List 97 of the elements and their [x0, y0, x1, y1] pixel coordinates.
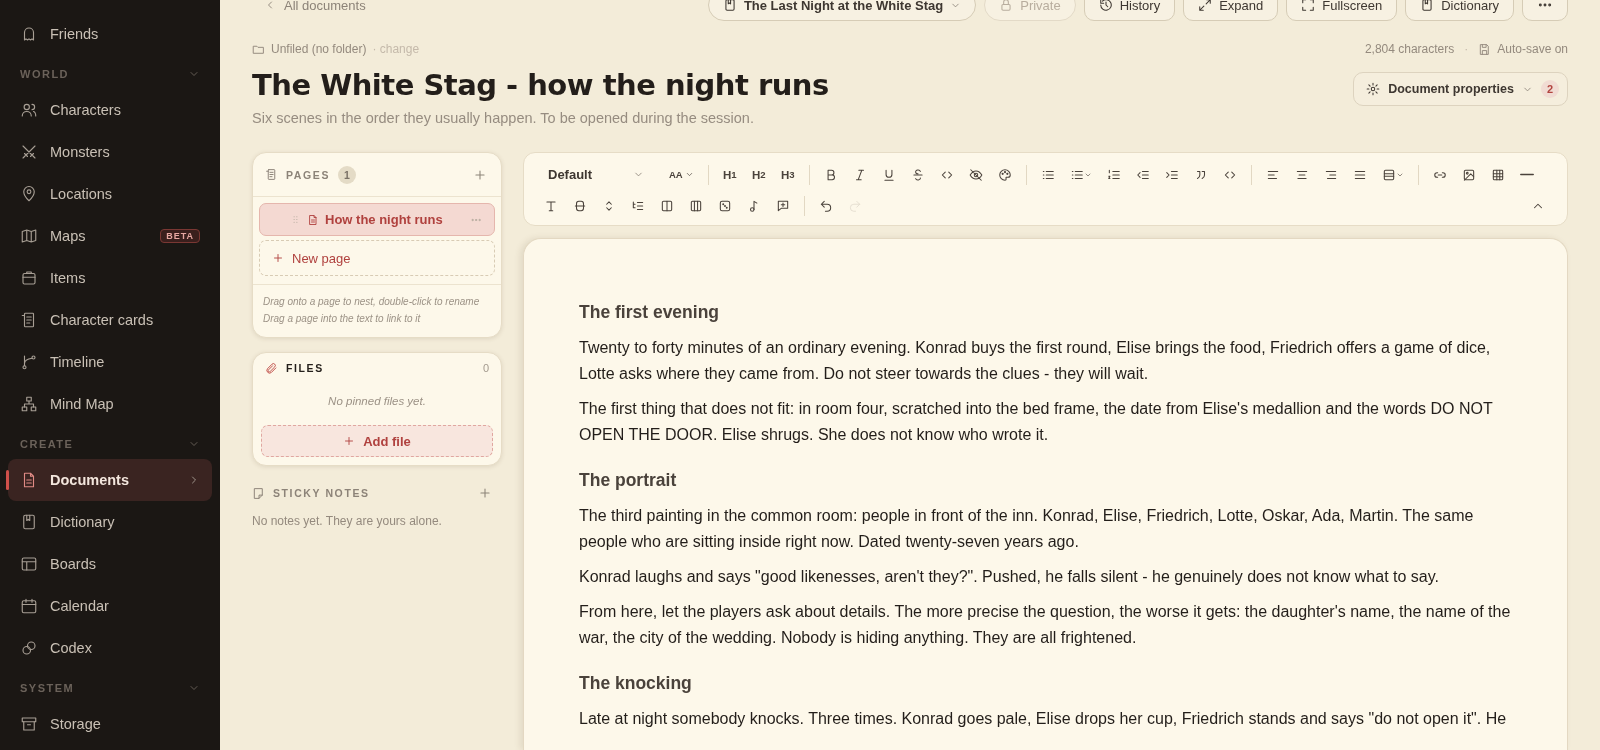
- beta-badge: BETA: [160, 229, 200, 243]
- drag-handle-icon: [290, 214, 301, 225]
- branch-icon: [20, 353, 38, 371]
- history-icon: [1098, 0, 1113, 12]
- autosave-status: Auto-save on: [1497, 42, 1568, 56]
- plus-icon: [473, 167, 487, 182]
- chevron-down-icon: [684, 170, 694, 179]
- palette-icon: [997, 167, 1012, 182]
- separator-dot: ·: [1464, 42, 1469, 56]
- empty-message: No notes yet. They are yours alone.: [252, 514, 443, 528]
- document-title: The White Stag - how the night runs: [252, 68, 829, 102]
- hint-text: Drag onto a page to nest, double-click to rename: [263, 295, 481, 309]
- nav-item[interactable]: Friends: [8, 13, 212, 55]
- numbered-list-icon: [1106, 167, 1121, 182]
- text-size-dropdown[interactable]: AA: [663, 168, 700, 181]
- plus-icon: [478, 486, 492, 500]
- plus-icon: [343, 435, 356, 447]
- block-icon: [573, 198, 587, 213]
- nav-item[interactable]: Locations: [8, 173, 212, 215]
- panel-title: PAGES: [286, 168, 330, 181]
- section-heading: The portrait: [579, 470, 678, 491]
- history-button[interactable]: History: [1083, 0, 1176, 21]
- crossed-swords-icon: [20, 143, 38, 161]
- paragraph: The first thing that does not fit: in room four, scratched into the bed frame, the date from Elise's medallion and the words DO NOT OPEN THE DOOR. Elise shrugs. She does not know who wrote it.: [579, 399, 1494, 445]
- book-icon: [722, 0, 737, 12]
- archive-icon: [20, 715, 38, 733]
- rows-icon: [1381, 167, 1396, 182]
- paragraph: From here, let the players ask about details. The more precise the question, the worse it gets: the daughter's name, the name of the war, the city of the wedding. Nobody is hiding anything. They are all frightened.: [579, 602, 1512, 648]
- nav-item[interactable]: Documents: [8, 459, 212, 501]
- fullscreen-button[interactable]: Fullscreen: [1286, 0, 1398, 21]
- strikethrough-icon: [910, 167, 925, 182]
- paperclip-icon: [265, 361, 278, 375]
- nav-item[interactable]: Codex: [8, 627, 212, 669]
- board-icon: [20, 555, 38, 573]
- underline-icon: [881, 167, 896, 182]
- pin-icon: [20, 185, 38, 203]
- map-icon: [20, 227, 38, 245]
- nav-item[interactable]: Items: [8, 257, 212, 299]
- folder-label: Unfiled (no folder): [271, 42, 367, 56]
- dice-icon: [718, 198, 732, 213]
- calendar-icon: [20, 597, 38, 615]
- document-icon: [307, 213, 319, 226]
- paragraph: Twenty to forty minutes of an ordinary evening. Konrad buys the first round, Elise brings the food, Friedrich offers a game of dice, Lotte asks where they came from. Do not steer towards the clues - they will wait.: [579, 338, 1492, 384]
- indent-list-icon: [631, 198, 645, 213]
- table-icon: [1490, 167, 1505, 182]
- plus-icon: [272, 252, 284, 264]
- style-dropdown[interactable]: Default: [538, 167, 648, 182]
- text-icon: [544, 198, 558, 213]
- count-badge: 2: [1540, 80, 1559, 98]
- campaign-select[interactable]: The Last Night at the White Stag: [707, 0, 977, 21]
- box-icon: [20, 269, 38, 287]
- paragraph: Late at night somebody knocks. Three times. Konrad goes pale, Elise drops her cup, Friedrich stands and says "do not open it". He: [579, 709, 1508, 729]
- nav-item[interactable]: Monsters: [8, 131, 212, 173]
- document-subtitle: Six scenes in the order they usually happen. To be opened during the session.: [252, 110, 755, 126]
- comment-plus-icon: [776, 198, 790, 213]
- nav-item[interactable]: Boards: [8, 543, 212, 585]
- hint-text: Drag a page into the text to link to it: [263, 312, 422, 326]
- empty-message: No pinned files yet.: [327, 394, 427, 409]
- nav-item[interactable]: Mind Map: [8, 383, 212, 425]
- new-page-button[interactable]: New page: [259, 240, 495, 276]
- rings-icon: [20, 639, 38, 657]
- nav-item[interactable]: Characters: [8, 89, 212, 131]
- eye-slash-icon: [968, 167, 983, 182]
- horizontal-rule-icon: [1519, 173, 1534, 176]
- network-icon: [20, 395, 38, 413]
- paragraph: The third painting in the common room: people in front of the inn. Konrad, Elise, Friedrich, Lotte, Oskar, Ada, Martin. The same people who are sitting inside right now. Dated twenty-seven years ago.: [579, 506, 1475, 552]
- document-properties-button[interactable]: Document properties 2: [1353, 72, 1568, 106]
- three-columns-icon: [689, 198, 703, 213]
- fullscreen-icon: [1301, 0, 1316, 12]
- expand-button[interactable]: Expand: [1183, 0, 1279, 21]
- lock-icon: [999, 0, 1014, 12]
- section-heading: The first evening: [579, 302, 721, 323]
- nav-item[interactable]: Dictionary: [8, 501, 212, 543]
- nav-item[interactable]: Storage: [8, 703, 212, 745]
- section-title: STICKY NOTES: [273, 487, 370, 499]
- nav-item[interactable]: Calendar: [8, 585, 212, 627]
- expand-arrows-icon: [1198, 0, 1213, 12]
- count-badge: 1: [338, 165, 356, 184]
- note-icon: [252, 486, 265, 500]
- people-icon: [20, 101, 38, 119]
- two-columns-icon: [660, 198, 674, 213]
- paragraph: Konrad laughs and says "good likenesses, aren't they?". Pushed, he falls silent - he genuinely does not know what to say.: [579, 567, 1440, 587]
- section-heading: The knocking: [579, 673, 693, 694]
- nav-item[interactable]: Character cards: [8, 299, 212, 341]
- character-count: 2,804 characters: [1364, 42, 1455, 56]
- nav-item[interactable]: Timeline: [8, 341, 212, 383]
- save-icon: [1478, 42, 1492, 56]
- page-item[interactable]: How the night runs: [259, 203, 495, 236]
- book-icon: [20, 513, 38, 531]
- add-file-button[interactable]: Add file: [261, 425, 493, 457]
- file-count: 0: [482, 362, 489, 374]
- dictionary-button[interactable]: Dictionary: [1405, 0, 1514, 21]
- page-list-icon: [265, 168, 278, 181]
- book-icon: [1420, 0, 1435, 12]
- panel-title: FILES: [286, 362, 324, 374]
- nav-item[interactable]: Maps BETA: [8, 215, 212, 257]
- image-icon: [1461, 167, 1476, 182]
